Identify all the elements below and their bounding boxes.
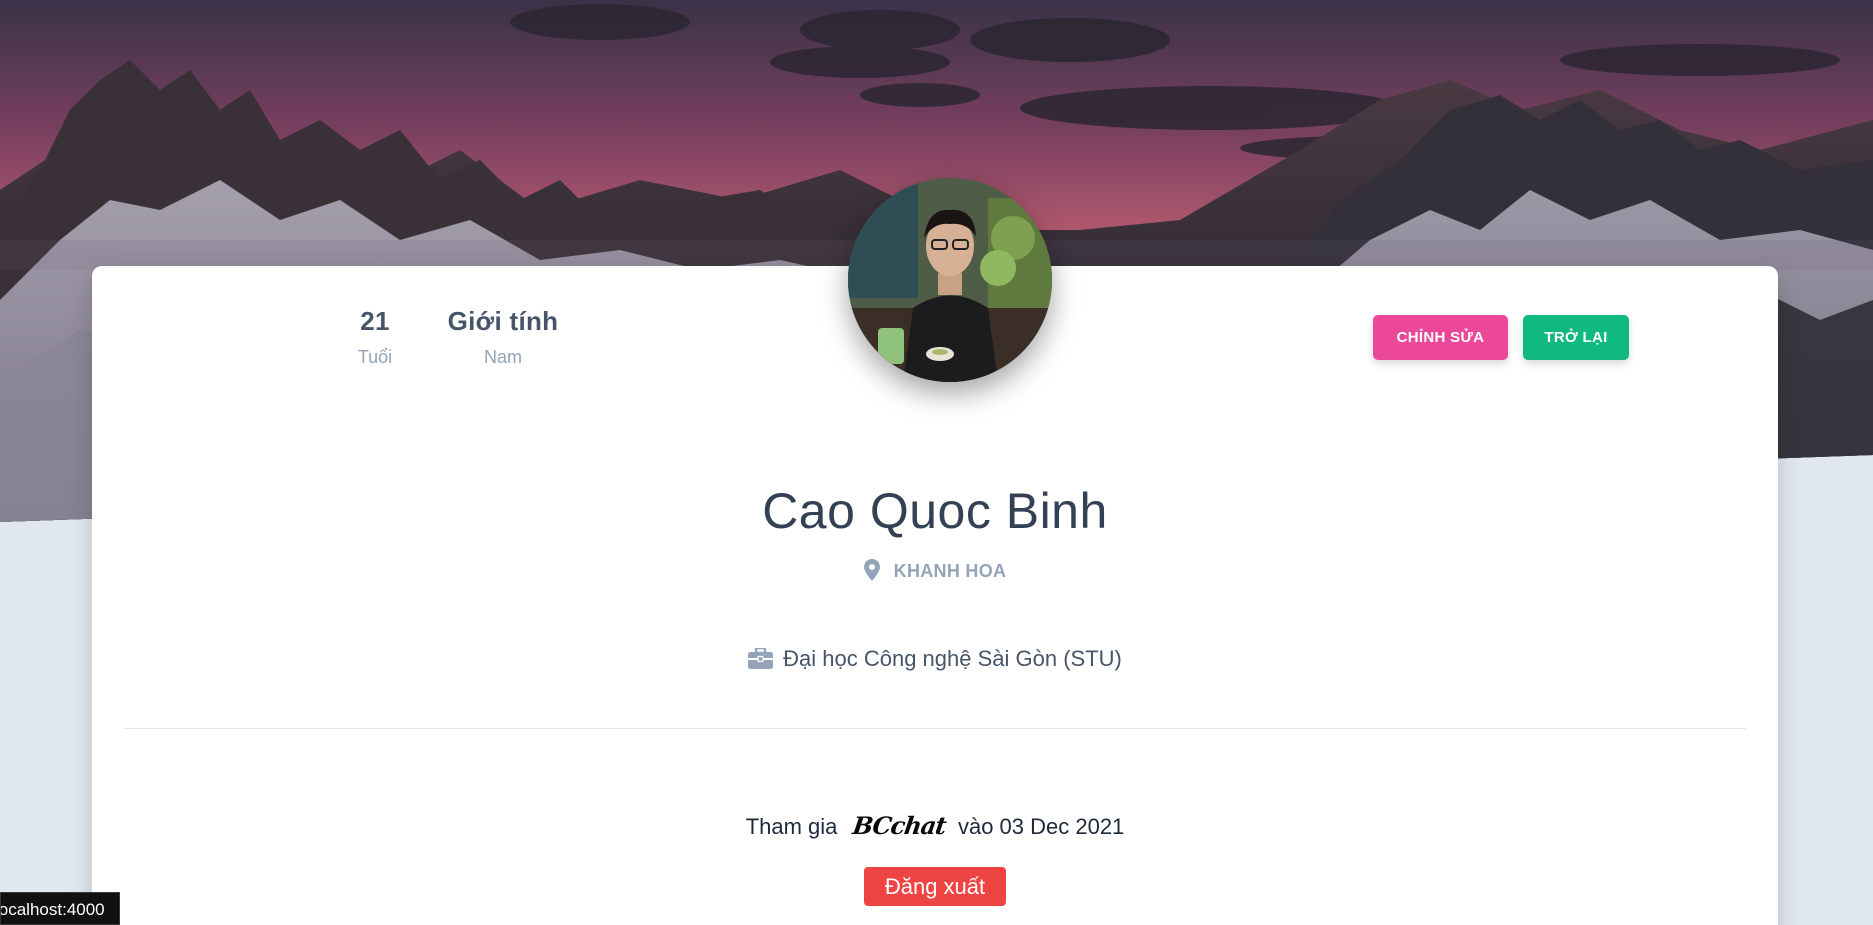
stat-gender-value: Giới tính (447, 306, 559, 336)
map-marker-icon (863, 559, 880, 586)
location-text: KHANH HOA (893, 561, 1007, 581)
joined-info: Tham gia BCchat vào 03 Dec 2021 (92, 811, 1778, 840)
joined-prefix: Tham gia (745, 814, 838, 839)
stat-age-label: Tuổi (357, 347, 393, 367)
school-text: Đại học Công nghệ Sài Gòn (STU) (783, 646, 1122, 671)
stat-age: 21 Tuổi (340, 306, 410, 368)
briefcase-icon (748, 646, 774, 675)
stat-age-value: 21 (360, 306, 390, 336)
joined-date: vào 03 Dec 2021 (957, 814, 1125, 839)
profile-card: 21 Tuổi Giới tính Nam CHỈNH SỬA TRỞ LẠI … (92, 178, 1778, 925)
profile-name: Cao Quoc Binh (762, 483, 1108, 539)
profile-school: Đại học Công nghệ Sài Gòn (STU) (92, 646, 1778, 675)
brand-logo: BCchat (851, 811, 948, 840)
edit-profile-button[interactable]: CHỈNH SỬA (1373, 315, 1508, 360)
divider (124, 728, 1746, 729)
avatar-photo (848, 178, 1052, 382)
status-bar-url: localhost:4000 (0, 892, 120, 925)
avatar (848, 178, 1052, 382)
stat-gender: Giới tính Nam (428, 306, 578, 368)
stat-gender-label: Nam (483, 347, 522, 367)
profile-location: KHANH HOA (92, 559, 1778, 586)
back-button[interactable]: TRỞ LẠI (1523, 315, 1629, 360)
logout-button[interactable]: Đăng xuất (864, 867, 1006, 906)
